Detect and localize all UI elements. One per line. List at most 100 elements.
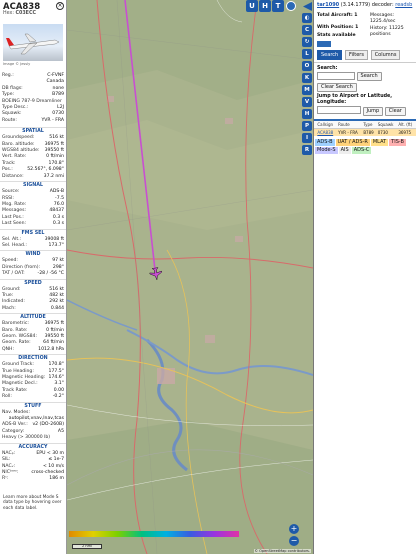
search-input[interactable] (317, 71, 355, 80)
column-header[interactable]: Alt. (ft) (397, 120, 416, 129)
source-uat-ads-r: UAT / ADS-R (335, 138, 370, 146)
search-label: Search: (317, 65, 338, 71)
side-button-8[interactable]: V (302, 97, 312, 107)
data-label: Mach: (2, 305, 16, 311)
table-cell: ACA838 (317, 129, 334, 135)
aircraft-header: ACA838 Hex: C03ECC × (0, 0, 66, 18)
side-button-2[interactable]: C (302, 25, 312, 35)
map-attribution[interactable]: © OpenStreetMap contributors. (253, 549, 311, 553)
aircraft-list-panel: tar1090 (3.14.1779) decoder: readsb Tota… (313, 0, 416, 554)
version-text: (3.14.1779) (340, 2, 371, 8)
side-button-1[interactable]: ◐ (302, 13, 312, 23)
aircraft-details: Reg.: C-FVNF Canada DB flags: none Type: B789 B… (0, 69, 66, 126)
section-title-fms-sel: FMS SEL (0, 228, 66, 237)
data-value: -0.2° (52, 394, 64, 400)
scale-bar: 2 nmi (72, 544, 102, 549)
map-side-buttons: ◐ C ↻ L O K M V H P I R (300, 0, 313, 155)
tar1090-link[interactable]: tar1090 (317, 2, 339, 8)
column-header[interactable]: Type (362, 120, 377, 129)
collapse-panel-chevron-icon[interactable] (303, 2, 312, 11)
data-label: Reg.: (2, 73, 14, 78)
zoom-in-button[interactable]: + (289, 524, 299, 534)
decoder-link[interactable]: readsb (395, 2, 412, 8)
aircraft-photo[interactable] (3, 24, 63, 61)
data-value: 37.2 nmi (43, 173, 64, 179)
side-button-7[interactable]: M (302, 85, 312, 95)
hex-code[interactable]: C03ECC (15, 11, 36, 16)
tab-columns[interactable]: Columns (370, 49, 401, 60)
section-title-accuracy: ACCURACY (0, 442, 66, 451)
aircraft-table-wrap: Callsign Route Type Squawk Alt. (ft) ACA838 Y… (314, 118, 416, 136)
data-label: Distance: (2, 173, 24, 179)
source-ais: AIS (338, 146, 351, 154)
data-value: A5 (57, 428, 64, 434)
data-value: 173.7° (48, 242, 64, 248)
side-button-5[interactable]: O (302, 61, 312, 71)
table-cell: 36975 (398, 129, 412, 135)
aircraft-sections: SPATIAL Groundspeed: 516 kt Baro. altitude:… (0, 127, 66, 482)
source-mlat: MLAT (370, 138, 389, 146)
footer-note: Learn more about Mode S data type by hov… (3, 494, 62, 511)
aircraft-table: Callsign Route Type Squawk Alt. (ft) ACA838 Y… (314, 120, 416, 136)
section-title-altitude: ALTITUDE (0, 313, 66, 322)
side-button-6[interactable]: K (302, 73, 312, 83)
data-label: Roll: (2, 394, 12, 400)
clear-button[interactable]: Clear (384, 106, 406, 116)
history-unit: positions (370, 31, 391, 37)
table-cell: B789 (363, 129, 374, 135)
total-aircraft: Total Aircraft: 1 (317, 13, 358, 18)
source-ads-b: ADS-B (315, 138, 335, 146)
side-button-4[interactable]: L (302, 49, 312, 59)
data-value: -28 / -56 °C (37, 271, 64, 277)
data-value: 186 m (49, 476, 64, 482)
map-toggle-t-button[interactable]: T (272, 0, 284, 12)
side-button-3[interactable]: ↻ (302, 37, 312, 47)
table-row[interactable]: ACA838 YVR - FRA B789 0730 36975 (314, 128, 416, 136)
data-row: TAT / OAT: -28 / -56 °C (0, 271, 66, 277)
jump-input[interactable] (317, 106, 361, 114)
side-button-10[interactable]: P (302, 121, 312, 131)
column-header[interactable]: Callsign (316, 120, 338, 129)
side-button-11[interactable]: I (302, 133, 312, 143)
tab-search[interactable]: Search (317, 49, 343, 60)
map-view[interactable]: U H T 2 nmi + − © OpenStreetMap contribu… (67, 0, 313, 554)
close-icon[interactable]: × (56, 2, 64, 10)
data-value: 1012.8 hPa (38, 346, 64, 352)
data-label: Rᶜ: (2, 476, 9, 482)
decoder-label: decoder: (371, 2, 394, 8)
jump-button[interactable]: Jump (362, 106, 384, 116)
data-label: Sel. Head.: (2, 242, 27, 248)
source-legend: ADS-B UAT / ADS-R MLAT TIS-B Mode-S AIS ADS-C (314, 136, 416, 155)
source-mode-s: Mode-S (315, 146, 338, 154)
data-label: Heavy (> 300000 lb) (2, 435, 51, 441)
panel-tabs: Search Filters Columns (314, 47, 416, 63)
hex-label: Hex: (3, 11, 14, 16)
with-position: With Position: 1 (317, 24, 359, 30)
tab-filters[interactable]: Filters (344, 49, 368, 60)
data-label: Route: (2, 117, 17, 123)
data-value: 0.844 (50, 305, 64, 311)
column-header[interactable]: Squawk (376, 120, 398, 129)
search-button[interactable]: Search (356, 72, 382, 81)
settings-gear-icon[interactable] (286, 1, 296, 11)
side-button-9[interactable]: H (302, 109, 312, 119)
map-toggle-u-button[interactable]: U (246, 0, 258, 12)
table-cell: 0730 (377, 129, 388, 135)
map-toggle-h-button[interactable]: H (259, 0, 271, 12)
column-header[interactable]: Route (337, 120, 363, 129)
section-title-signal: SIGNAL (0, 181, 66, 190)
data-row: Distance: 37.2 nmi (0, 174, 66, 180)
data-label: QNH: (2, 346, 15, 352)
section-title-stuff: STUFF (0, 401, 66, 410)
stats-link[interactable]: Stats available (317, 33, 358, 39)
data-label: TAT / OAT: (2, 271, 25, 277)
zoom-out-button[interactable]: − (289, 536, 299, 546)
source-ads-c: ADS-C (351, 146, 372, 154)
data-row: Roll: -0.2° (0, 394, 66, 400)
source-tis-b: TIS-B (389, 138, 406, 146)
clear-search-button[interactable]: Clear Search (317, 83, 357, 92)
side-button-12[interactable]: R (302, 145, 312, 155)
data-row: Route: YVR - FRA (0, 118, 66, 124)
map-canvas[interactable] (67, 0, 313, 554)
image-credit: Image © Jessly (3, 62, 31, 66)
